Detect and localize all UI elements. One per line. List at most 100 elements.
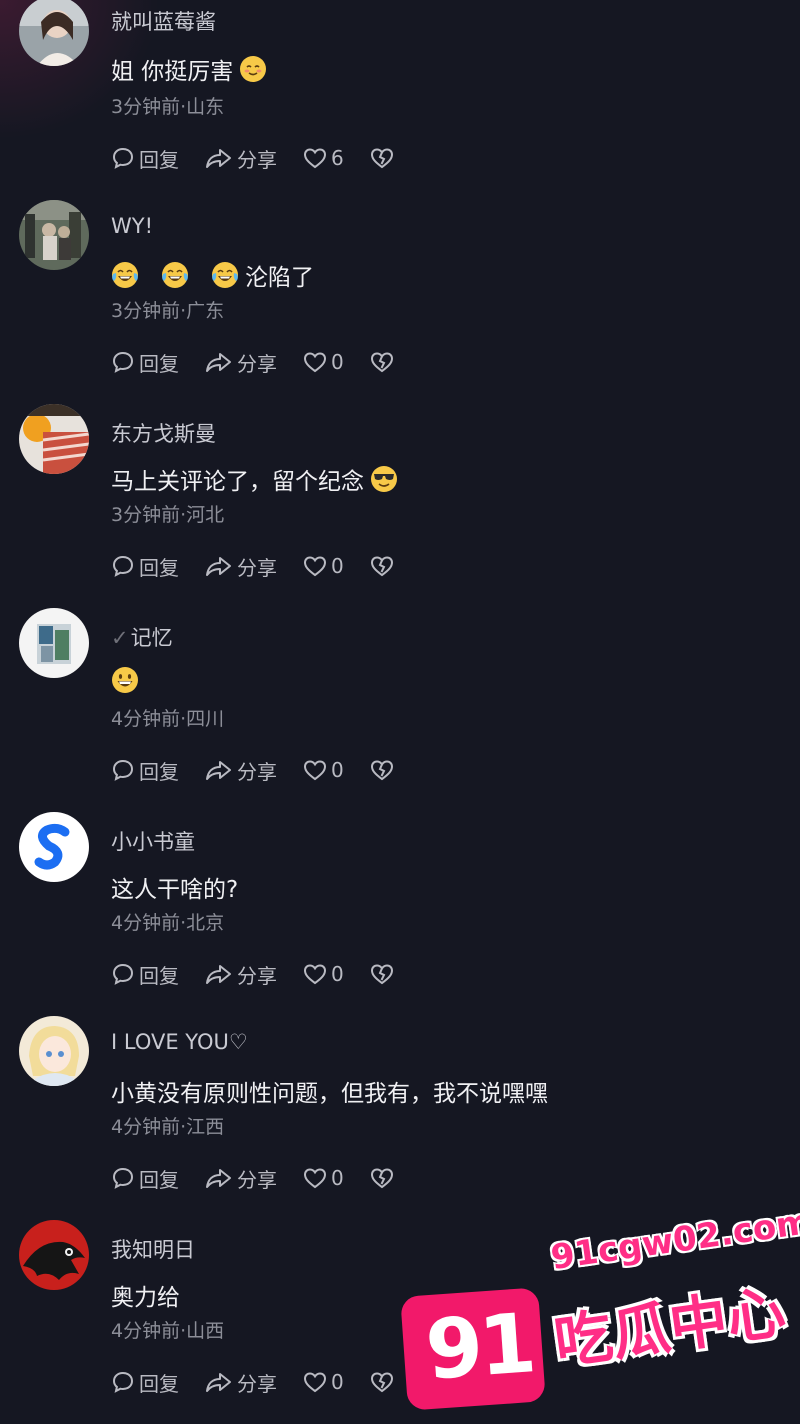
- reply-button[interactable]: 回复: [111, 960, 179, 989]
- reply-bubble-icon: [112, 1167, 134, 1189]
- like-button[interactable]: 0: [303, 962, 344, 986]
- comment-meta: 3分钟前·山东: [111, 96, 225, 118]
- heart-icon: [303, 1168, 327, 1189]
- comment-username-text: 记忆: [130, 626, 173, 650]
- share-arrow-icon: [206, 1373, 231, 1392]
- broken-heart-icon: [370, 1372, 393, 1393]
- reply-button[interactable]: 回复: [111, 348, 179, 377]
- like-button[interactable]: 0: [303, 350, 344, 374]
- comment-content: 沦陷了: [111, 258, 314, 292]
- avatar[interactable]: [19, 404, 89, 474]
- comment-actions: 回复 分享 0: [111, 1368, 420, 1396]
- comment-text: 姐 你挺厉害: [111, 59, 234, 85]
- like-count: 0: [331, 758, 344, 782]
- comment-content: 小黄没有原则性问题，但我有，我不说嘿嘿: [111, 1074, 548, 1108]
- reply-label: 回复: [139, 147, 179, 172]
- like-count: 0: [331, 554, 344, 578]
- comment-meta: 4分钟前·山西: [111, 1320, 225, 1342]
- comment-text: 马上关评论了，留个纪念: [111, 469, 364, 495]
- broken-heart-icon: [370, 1168, 393, 1189]
- like-button[interactable]: 6: [303, 146, 344, 170]
- avatar[interactable]: [19, 200, 89, 270]
- like-button[interactable]: 0: [303, 554, 344, 578]
- grin-emoji-icon: [112, 667, 138, 693]
- like-count: 6: [331, 146, 344, 170]
- comment-content: [111, 666, 145, 694]
- dislike-button[interactable]: [370, 351, 394, 373]
- comment-actions: 回复 分享 0: [111, 960, 420, 988]
- reply-label: 回复: [139, 1371, 179, 1396]
- reply-bubble-icon: [112, 963, 134, 985]
- comment-content: 姐 你挺厉害: [111, 52, 267, 86]
- like-count: 0: [331, 1166, 344, 1190]
- avatar[interactable]: [19, 812, 89, 882]
- share-button[interactable]: 分享: [205, 1368, 277, 1397]
- comment-meta: 3分钟前·河北: [111, 504, 225, 526]
- share-arrow-icon: [206, 1169, 231, 1188]
- share-button[interactable]: 分享: [205, 756, 277, 785]
- avatar[interactable]: [19, 608, 89, 678]
- like-button[interactable]: 0: [303, 1370, 344, 1394]
- share-label: 分享: [237, 759, 277, 784]
- share-label: 分享: [237, 1371, 277, 1396]
- dislike-button[interactable]: [370, 1167, 394, 1189]
- comment-meta: 4分钟前·北京: [111, 912, 225, 934]
- comment-username[interactable]: WY!: [111, 214, 153, 238]
- broken-heart-icon: [370, 964, 393, 985]
- comment-username[interactable]: 小小书童: [111, 826, 195, 856]
- share-arrow-icon: [206, 149, 231, 168]
- like-button[interactable]: 0: [303, 1166, 344, 1190]
- laugh-cry-emoji-icon: [212, 262, 238, 288]
- avatar[interactable]: [19, 1220, 89, 1290]
- dislike-button[interactable]: [370, 963, 394, 985]
- comment-content: 这人干啥的?: [111, 870, 238, 904]
- share-label: 分享: [237, 1167, 277, 1192]
- share-button[interactable]: 分享: [205, 552, 277, 581]
- reply-bubble-icon: [112, 555, 134, 577]
- comment-username[interactable]: 我知明日: [111, 1234, 195, 1264]
- heart-icon: [303, 556, 327, 577]
- comment-username[interactable]: I LOVE YOU♡: [111, 1030, 248, 1054]
- reply-bubble-icon: [112, 351, 134, 373]
- comment-username[interactable]: ✓记忆: [111, 622, 173, 652]
- comment-username[interactable]: 就叫蓝莓酱: [111, 6, 216, 36]
- reply-bubble-icon: [112, 759, 134, 781]
- share-button[interactable]: 分享: [205, 144, 277, 173]
- comment-item: ✓记忆 4分钟前·四川 回复 分享 0: [0, 608, 800, 812]
- comment-actions: 回复 分享 0: [111, 1164, 420, 1192]
- like-button[interactable]: 0: [303, 758, 344, 782]
- reply-label: 回复: [139, 963, 179, 988]
- share-button[interactable]: 分享: [205, 348, 277, 377]
- dislike-button[interactable]: [370, 1371, 394, 1393]
- comment-item: 小小书童 这人干啥的? 4分钟前·北京 回复 分享 0: [0, 812, 800, 1016]
- blush-emoji-icon: [240, 56, 267, 82]
- laugh-cry-emoji-icon: [162, 262, 188, 288]
- share-button[interactable]: 分享: [205, 960, 277, 989]
- share-label: 分享: [237, 963, 277, 988]
- reply-button[interactable]: 回复: [111, 1368, 179, 1397]
- dislike-button[interactable]: [370, 147, 394, 169]
- share-button[interactable]: 分享: [205, 1164, 277, 1193]
- reply-button[interactable]: 回复: [111, 144, 179, 173]
- avatar[interactable]: [19, 1016, 89, 1086]
- comment-item: 我知明日 奥力给 4分钟前·山西 回复 分享 0: [0, 1220, 800, 1424]
- check-mark-icon: ✓: [111, 626, 129, 650]
- comment-username[interactable]: 东方戈斯曼: [111, 418, 216, 448]
- dislike-button[interactable]: [370, 759, 394, 781]
- broken-heart-icon: [370, 556, 393, 577]
- avatar[interactable]: [19, 0, 89, 66]
- comment-item: 东方戈斯曼 马上关评论了，留个纪念 3分钟前·河北 回复 分享 0: [0, 404, 800, 608]
- reply-button[interactable]: 回复: [111, 552, 179, 581]
- share-arrow-icon: [206, 761, 231, 780]
- comment-actions: 回复 分享 0: [111, 756, 420, 784]
- comment-text: 这人干啥的?: [111, 877, 239, 903]
- reply-button[interactable]: 回复: [111, 1164, 179, 1193]
- like-count: 0: [331, 962, 344, 986]
- reply-button[interactable]: 回复: [111, 756, 179, 785]
- like-count: 0: [331, 1370, 344, 1394]
- heart-icon: [303, 760, 327, 781]
- broken-heart-icon: [370, 148, 393, 169]
- dislike-button[interactable]: [370, 555, 394, 577]
- heart-icon: [303, 148, 327, 169]
- comment-meta: 3分钟前·广东: [111, 300, 225, 322]
